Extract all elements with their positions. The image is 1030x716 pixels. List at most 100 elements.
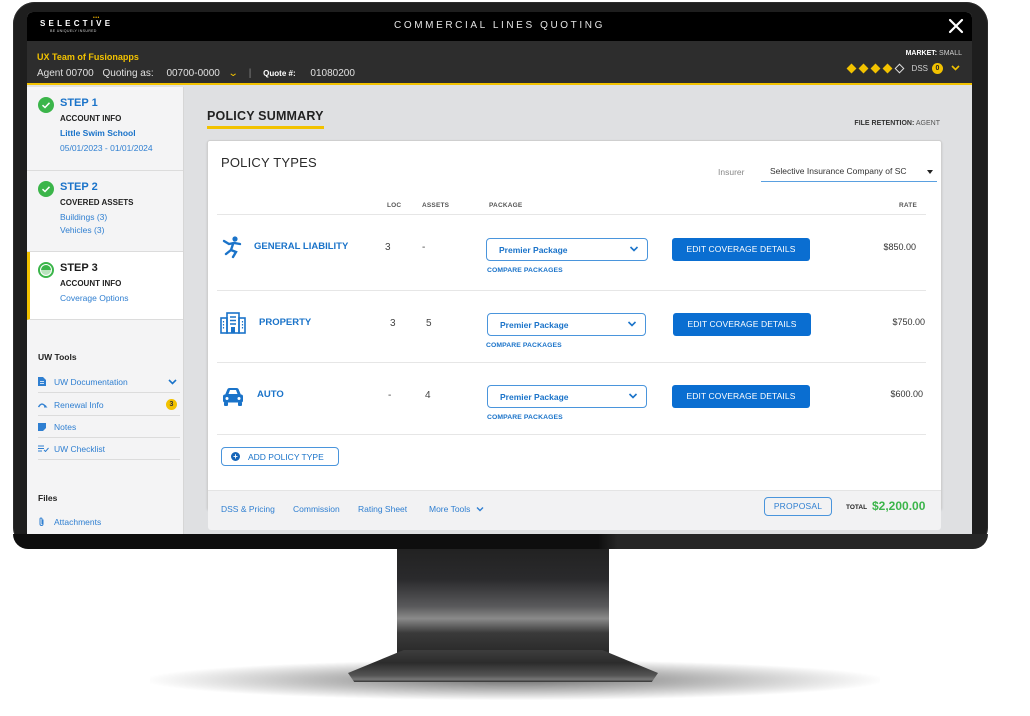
market-indicator: MARKET: SMALL bbox=[906, 50, 962, 57]
policy-loc: 3 bbox=[385, 242, 391, 253]
card-footer: DSS & Pricing Commission Rating Sheet Mo… bbox=[208, 490, 941, 530]
rating-diamond-filled-icon bbox=[870, 63, 881, 74]
document-icon bbox=[38, 377, 50, 386]
more-tools-link[interactable]: More Tools bbox=[429, 504, 484, 514]
policy-name[interactable]: GENERAL LIABILITY bbox=[254, 241, 348, 252]
dss-pricing-link[interactable]: DSS & Pricing bbox=[221, 504, 275, 514]
policy-loc: - bbox=[388, 390, 392, 401]
account-name-link[interactable]: Little Swim School bbox=[60, 128, 183, 138]
edit-coverage-details-button[interactable]: EDIT COVERAGE DETAILS bbox=[673, 313, 811, 336]
monitor-stand-base bbox=[348, 650, 658, 682]
dss-label: DSS bbox=[911, 64, 928, 73]
package-select[interactable]: Premier Package bbox=[487, 313, 646, 336]
rating-sheet-link[interactable]: Rating Sheet bbox=[358, 504, 407, 514]
check-circle-icon bbox=[38, 181, 54, 197]
close-icon bbox=[948, 18, 964, 34]
policy-row-property: PROPERTY 3 5 Premier Package COMPARE PAC… bbox=[208, 291, 943, 363]
edit-coverage-details-button[interactable]: EDIT COVERAGE DETAILS bbox=[672, 385, 810, 408]
package-value: Premier Package bbox=[500, 392, 569, 402]
insurer-value: Selective Insurance Company of SC bbox=[770, 166, 907, 176]
sidebar-item-attachments[interactable]: Attachments bbox=[38, 511, 180, 533]
policy-dates-link[interactable]: 05/01/2023 - 01/01/2024 bbox=[60, 143, 183, 153]
compare-packages-link[interactable]: COMPARE PACKAGES bbox=[487, 414, 563, 421]
policy-loc: 3 bbox=[390, 318, 396, 329]
step-subtitle: ACCOUNT INFO bbox=[60, 114, 122, 123]
caret-down-icon bbox=[927, 170, 933, 174]
quoting-as-value[interactable]: 00700-0000 bbox=[166, 68, 219, 79]
renewal-icon bbox=[38, 402, 50, 408]
total-label: TOTAL bbox=[846, 504, 868, 511]
step-subtitle: ACCOUNT INFO bbox=[60, 279, 122, 288]
policy-rate: $850.00 bbox=[883, 242, 916, 252]
chevron-down-icon bbox=[627, 321, 637, 327]
separator: | bbox=[248, 68, 252, 79]
file-retention: FILE RETENTION: AGENT bbox=[854, 120, 940, 127]
agent-row: Agent 00700 Quoting as: 00700-0000 ⌄ | Q… bbox=[37, 68, 355, 79]
tool-label: UW Documentation bbox=[54, 376, 128, 387]
policy-assets: 4 bbox=[425, 390, 431, 401]
sidebar: STEP 1 ACCOUNT INFO Little Swim School 0… bbox=[27, 87, 184, 534]
person-falling-icon bbox=[222, 236, 242, 259]
tool-label: UW Checklist bbox=[54, 443, 106, 454]
step-subtitle: COVERED ASSETS bbox=[60, 198, 134, 207]
dss-chevron-icon[interactable] bbox=[951, 64, 960, 73]
page-title: POLICY SUMMARY bbox=[207, 109, 324, 129]
column-header-loc: LOC bbox=[387, 202, 402, 209]
tool-label: Renewal Info bbox=[54, 399, 104, 410]
more-tools-label: More Tools bbox=[429, 504, 471, 514]
sidebar-step-1[interactable]: STEP 1 ACCOUNT INFO Little Swim School 0… bbox=[27, 87, 183, 171]
policy-row-general-liability: GENERAL LIABILITY 3 - Premier Package CO… bbox=[208, 215, 943, 287]
team-name: UX Team of Fusionapps bbox=[37, 52, 139, 62]
proposal-button[interactable]: PROPOSAL bbox=[764, 497, 832, 516]
commission-link[interactable]: Commission bbox=[293, 504, 340, 514]
close-button[interactable] bbox=[946, 16, 966, 36]
quoting-as-chevron-icon[interactable]: ⌄ bbox=[227, 68, 238, 79]
dss-count-badge: 0 bbox=[932, 63, 943, 74]
file-retention-label: FILE RETENTION: bbox=[854, 120, 915, 127]
chevron-down-icon[interactable] bbox=[168, 377, 177, 387]
insurer-label: Insurer bbox=[718, 167, 745, 177]
column-header-rate: RATE bbox=[899, 202, 918, 209]
policy-name[interactable]: AUTO bbox=[257, 389, 284, 400]
policy-types-card: POLICY TYPES Insurer Selective Insurance… bbox=[207, 140, 943, 530]
compare-packages-link[interactable]: COMPARE PACKAGES bbox=[487, 267, 563, 274]
quoting-as-label: Quoting as: bbox=[102, 68, 154, 79]
step-title: STEP 2 bbox=[60, 181, 98, 193]
tool-label: Attachments bbox=[54, 517, 102, 527]
insurer-select[interactable]: Selective Insurance Company of SC bbox=[761, 161, 937, 182]
main-content: POLICY SUMMARY FILE RETENTION: AGENT POL… bbox=[185, 87, 972, 534]
rating-diamond-filled-icon bbox=[882, 63, 893, 74]
step-title: STEP 1 bbox=[60, 97, 98, 109]
sidebar-item-renewal-info[interactable]: Renewal Info 3 bbox=[38, 394, 180, 416]
policy-rate: $750.00 bbox=[892, 317, 925, 327]
package-select[interactable]: Premier Package bbox=[486, 238, 648, 261]
edit-coverage-details-button[interactable]: EDIT COVERAGE DETAILS bbox=[672, 238, 810, 261]
package-select[interactable]: Premier Package bbox=[487, 385, 647, 408]
sidebar-item-uw-checklist[interactable]: UW Checklist bbox=[38, 438, 180, 460]
compare-packages-link[interactable]: COMPARE PACKAGES bbox=[486, 342, 562, 349]
sidebar-item-notes[interactable]: Notes bbox=[38, 416, 180, 438]
plus-circle-icon: + bbox=[231, 452, 240, 461]
market-label: MARKET: bbox=[905, 50, 938, 57]
policy-name[interactable]: PROPERTY bbox=[259, 317, 311, 328]
checklist-icon bbox=[38, 445, 50, 452]
coverage-options-link[interactable]: Coverage Options bbox=[60, 293, 183, 303]
car-icon bbox=[223, 388, 243, 406]
file-retention-value: AGENT bbox=[915, 120, 940, 127]
files-heading: Files bbox=[38, 493, 58, 503]
policy-rate: $600.00 bbox=[890, 389, 923, 399]
sidebar-step-3[interactable]: STEP 3 ACCOUNT INFO Coverage Options bbox=[27, 252, 183, 320]
title-bar: ••• SELECTIVE BE UNIQUELY INSURED COMMER… bbox=[27, 12, 972, 41]
add-policy-type-button[interactable]: + ADD POLICY TYPE bbox=[221, 447, 339, 466]
card-title: POLICY TYPES bbox=[221, 155, 317, 170]
sidebar-step-2[interactable]: STEP 2 COVERED ASSETS Buildings (3) Vehi… bbox=[27, 171, 183, 252]
buildings-link[interactable]: Buildings (3) bbox=[60, 212, 183, 222]
vehicles-link[interactable]: Vehicles (3) bbox=[60, 225, 183, 235]
agent-id: Agent 00700 bbox=[37, 68, 94, 79]
rating-diamond-filled-icon bbox=[858, 63, 869, 74]
package-value: Premier Package bbox=[500, 320, 569, 330]
chevron-down-icon bbox=[476, 507, 484, 512]
column-header-assets: ASSETS bbox=[422, 202, 450, 209]
sidebar-item-uw-documentation[interactable]: UW Documentation bbox=[38, 371, 180, 393]
renewal-count-badge: 3 bbox=[166, 399, 177, 410]
